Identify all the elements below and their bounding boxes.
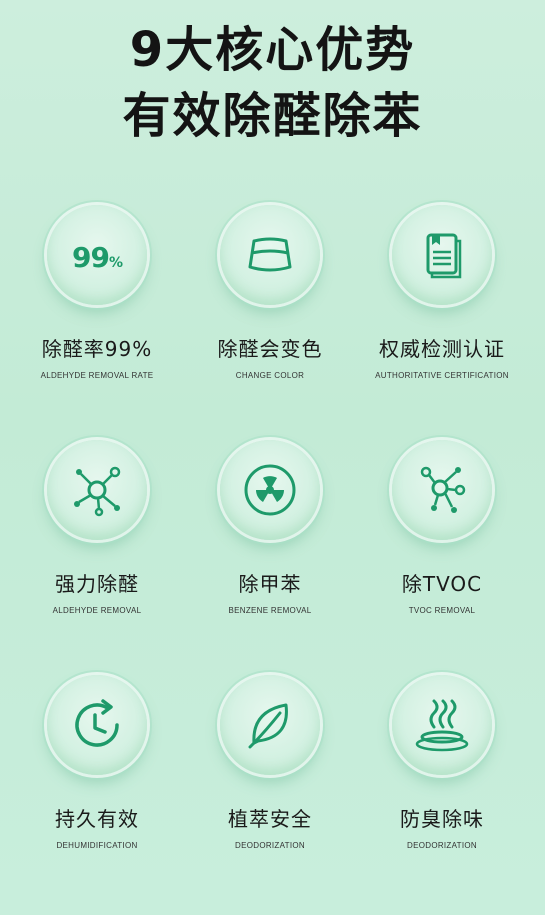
feature-subtitle: CHANGE COLOR (235, 371, 305, 380)
feature-title: 权威检测认证 (379, 337, 505, 361)
molecule-icon (74, 466, 121, 517)
feature-title: 强力除醛 (55, 572, 139, 596)
feature-title: 除醛会变色 (217, 337, 323, 361)
feature-title: 防臭除味 (400, 807, 484, 831)
radiation-icon (244, 464, 296, 516)
feature-subtitle: DEODORIZATION (407, 841, 477, 850)
feature-title: 除醛率99% (41, 337, 153, 361)
feature-title: 除TVOC (401, 572, 483, 596)
feature-subtitle: ALDEHYDE REMOVAL RATE (40, 371, 154, 380)
feature-subtitle: ALDEHYDE REMOVAL (52, 606, 142, 615)
feature-title: 植萃安全 (228, 807, 312, 831)
feature-title: 除甲苯 (238, 572, 302, 596)
clock-icon (75, 699, 119, 747)
color-change-card-icon (248, 237, 292, 272)
document-icon (426, 233, 462, 279)
feature-subtitle: TVOC REMOVAL (408, 606, 476, 615)
feature-grid: 99% 除醛率99% ALDEHYDE REMOVAL RATE 除醛会变色 C… (0, 0, 545, 915)
feature-subtitle: AUTHORITATIVE CERTIFICATION (375, 371, 509, 380)
steam-icon (415, 699, 469, 752)
feature-subtitle: DEHUMIDIFICATION (56, 841, 138, 850)
molecule-icon (420, 466, 466, 513)
feature-subtitle: BENZENE REMOVAL (228, 606, 312, 615)
feature-subtitle: DEODORIZATION (235, 841, 305, 850)
feature-title: 持久有效 (55, 807, 139, 831)
percent-99-icon: 99% (47, 205, 147, 305)
leaf-icon (248, 703, 288, 749)
